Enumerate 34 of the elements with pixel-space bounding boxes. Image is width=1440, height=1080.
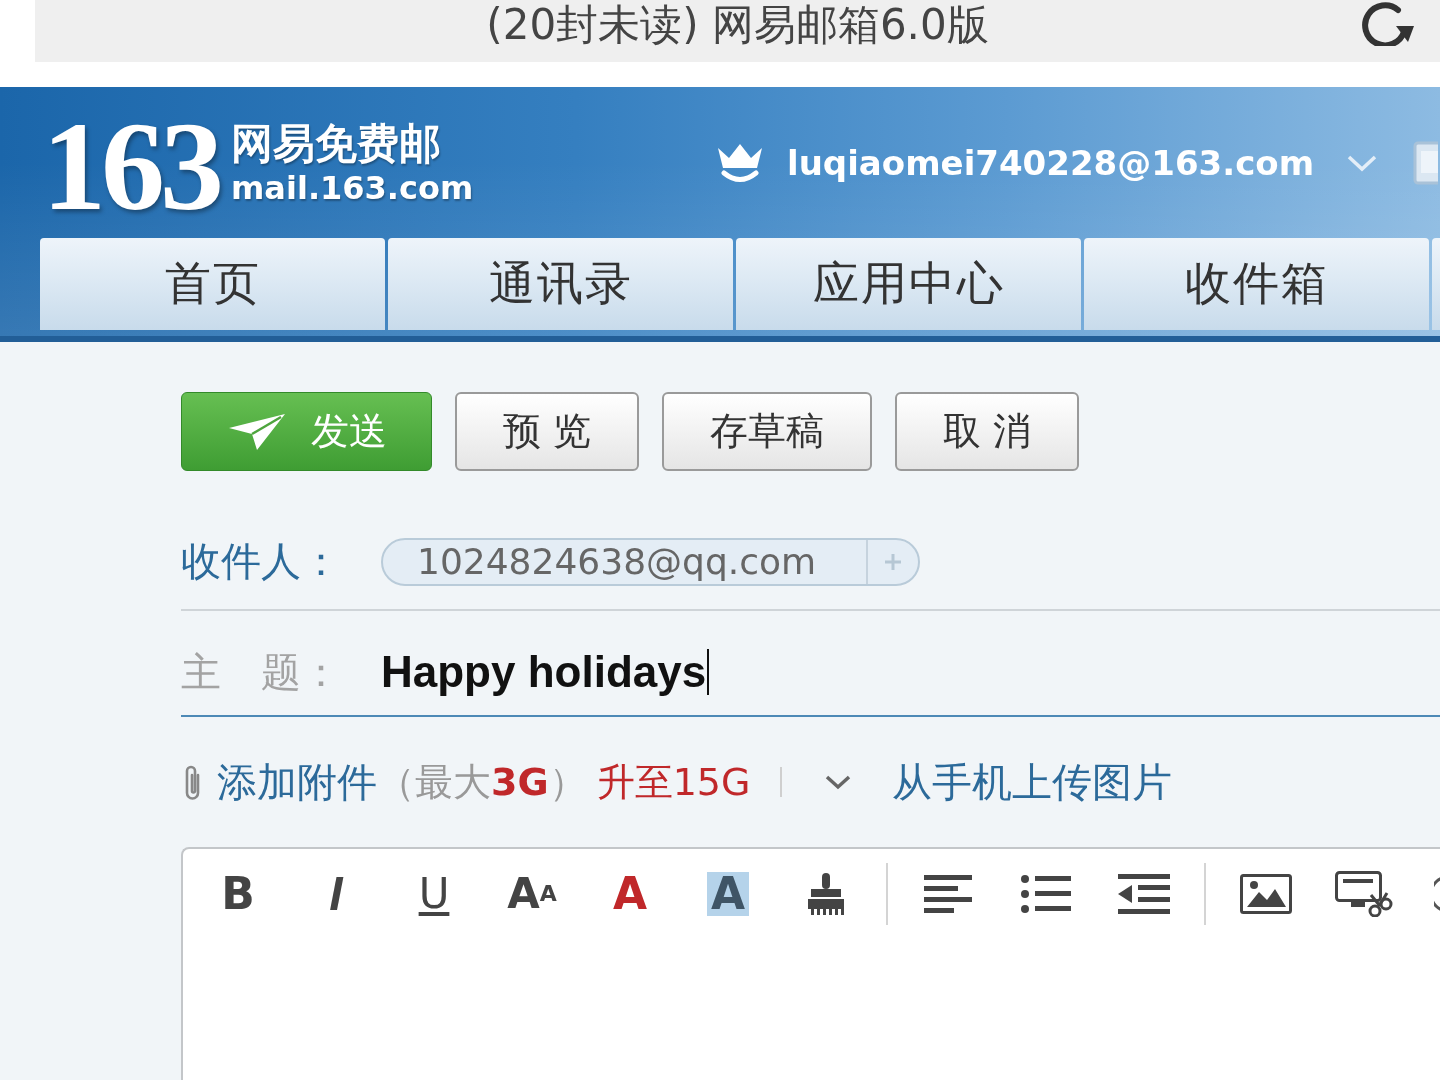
underline-button[interactable]: U [396,863,472,925]
upgrade-link[interactable]: 升至15G [596,756,751,808]
size-limit-text: （最大3G） [377,758,587,806]
italic-button[interactable]: I [298,863,374,925]
plus-icon [884,552,902,571]
bold-button[interactable]: B [200,863,276,925]
browser-title: (20封未读) 网易邮箱6.0版 [486,0,989,50]
upload-photo-link[interactable]: 从手机上传图片 [892,754,1173,810]
font-size-button[interactable]: A$^{A}$ [494,863,570,925]
logo-name: 网易免费邮 [231,119,442,168]
align-left-icon [924,874,972,914]
chevron-down-icon[interactable] [824,774,853,790]
nav-tab[interactable]: 通讯录 [388,238,733,330]
highlight-button[interactable]: A [690,863,766,925]
action-button[interactable]: 存草稿 [662,392,873,471]
nav-tab[interactable]: 收件箱 [1084,238,1429,330]
nav-tab[interactable]: 应用中心 [736,238,1081,330]
add-attachment-link[interactable]: 添加附件 [217,754,377,810]
action-button[interactable]: 取 消 [895,392,1080,471]
logo-number: 163 [42,101,219,230]
outdent-icon [1118,873,1170,915]
recipient-label: 收件人： [181,537,342,586]
screenshot-icon [1335,871,1393,917]
nav-tab[interactable]: 首页 [40,238,385,330]
subject-field[interactable]: Happy holidays [381,647,710,697]
brush-icon [805,872,847,916]
font-color-button[interactable]: A [592,863,668,925]
action-button[interactable]: 预 览 [455,392,640,471]
bullet-list-icon [1021,874,1071,914]
image-icon [1240,874,1292,914]
recipient-field[interactable]: 1024824638@qq.com [381,537,920,586]
subject-label: 主 题： [181,647,342,697]
logo-domain: mail.163.com [231,169,474,206]
editor-area[interactable]: B I U A$^{A}$ A A [181,847,1440,1080]
